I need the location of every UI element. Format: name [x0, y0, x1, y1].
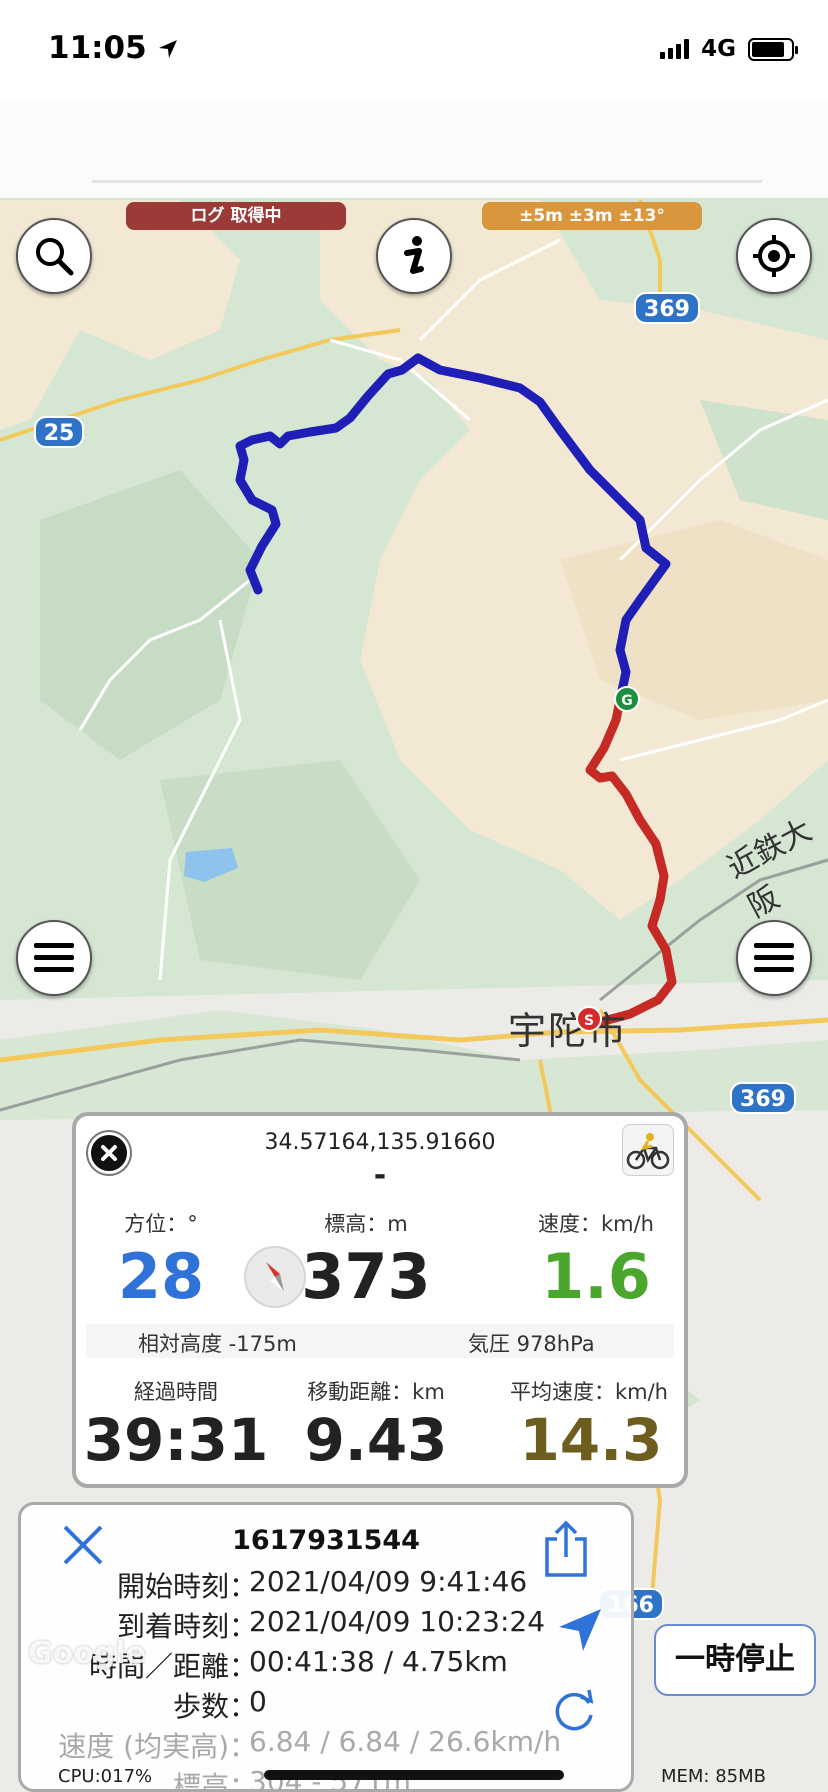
current-location-button[interactable] — [736, 218, 812, 294]
start-marker[interactable]: S — [576, 1006, 602, 1032]
location-arrow-icon — [159, 40, 178, 58]
avg-speed-label: 平均速度：km/h — [509, 1380, 668, 1404]
distance-value: 9.43 — [304, 1406, 448, 1474]
status-time: 11:05 — [48, 30, 179, 66]
battery-icon — [748, 37, 798, 61]
log-id: 1617931544 — [232, 1525, 420, 1556]
map-header-area — [0, 100, 828, 198]
left-menu-button[interactable] — [16, 920, 92, 996]
info-panel: 34.57164,135.91660 - 方位：° 28 標高：m 373 速度… — [72, 1112, 688, 1488]
info-button[interactable] — [376, 218, 452, 294]
right-menu-button[interactable] — [736, 920, 812, 996]
altitude-value: 373 — [301, 1240, 431, 1313]
bearing-label: 方位：° — [124, 1212, 198, 1236]
search-button[interactable] — [16, 218, 92, 294]
route-shield: 369 — [730, 1082, 796, 1114]
log-row-speed: 速度 (均実高)： 6.84 / 6.84 / 26.6km/h — [58, 1725, 562, 1763]
elapsed-time-value: 39:31 — [83, 1406, 269, 1474]
status-bar: 11:05 4G — [0, 0, 828, 100]
log-row-start: 開始時刻： 2021/04/09 9:41:46 — [116, 1565, 528, 1603]
elapsed-time-label: 経過時間 — [134, 1380, 218, 1404]
speed-value: 1.6 — [541, 1240, 651, 1313]
route-shield: 369 — [634, 292, 700, 324]
cpu-usage: CPU:017% — [58, 1766, 153, 1787]
coordinates: 34.57164,135.91660 — [264, 1130, 496, 1155]
altitude-pressure-row: 相対高度 -175m 気圧 978hPa — [86, 1324, 674, 1358]
menu-icon — [754, 943, 794, 972]
distance-label: 移動距離：km — [307, 1380, 445, 1404]
bearing-value: 28 — [117, 1240, 205, 1313]
info-icon — [404, 236, 424, 274]
log-status-pill: ログ 取得中 — [126, 202, 346, 230]
altitude-label: 標高：m — [324, 1212, 408, 1236]
avg-speed-value: 14.3 — [519, 1406, 663, 1474]
network-label: 4G — [701, 36, 736, 62]
memory-usage: MEM: 85MB — [660, 1766, 766, 1787]
signal-icon — [660, 39, 690, 59]
goal-marker[interactable]: G — [614, 686, 640, 712]
footer-bar: CPU:017% MEM: 85MB — [0, 1760, 828, 1792]
relative-altitude: 相対高度 -175m — [138, 1332, 297, 1356]
accuracy-pill: ±5m ±3m ±13° — [482, 202, 702, 230]
place-name: - — [373, 1158, 387, 1193]
home-indicator[interactable] — [264, 1770, 564, 1780]
crosshair-icon — [753, 235, 795, 277]
speed-label: 速度：km/h — [537, 1212, 654, 1236]
pause-button[interactable]: 一時停止 — [654, 1624, 816, 1696]
log-row-steps: 歩数： 0 — [172, 1685, 267, 1723]
route-shield: 25 — [34, 416, 84, 448]
air-pressure: 気圧 978hPa — [468, 1332, 595, 1356]
menu-icon — [34, 943, 74, 972]
search-icon — [36, 238, 74, 276]
google-logo: Google — [28, 1636, 146, 1671]
city-label: 宇陀市 — [508, 1009, 629, 1053]
